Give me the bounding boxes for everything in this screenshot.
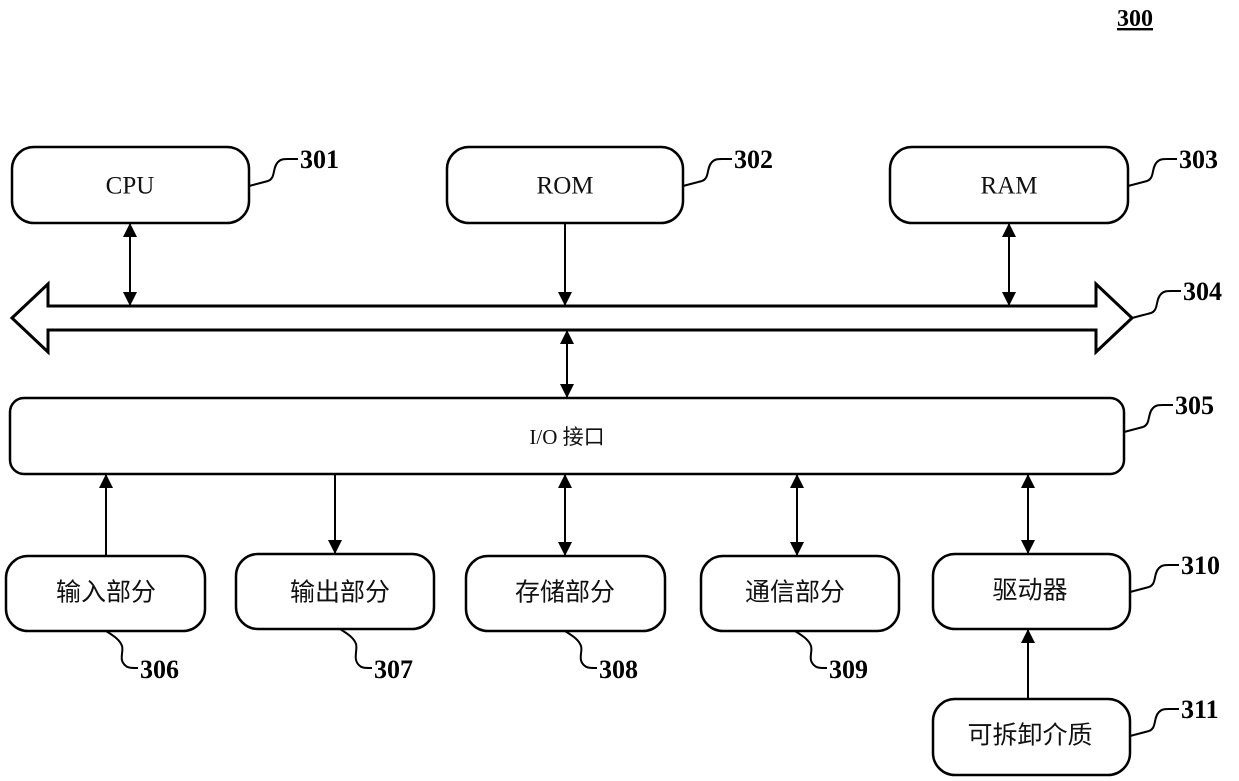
driver-block: 驱动器 xyxy=(931,552,1132,631)
leader-308 xyxy=(564,630,598,669)
system-bus xyxy=(9,280,1135,356)
system-bus-arrow xyxy=(9,280,1135,356)
ref-307: 307 xyxy=(374,655,413,684)
leader-304 xyxy=(1131,290,1181,319)
leader-303 xyxy=(1127,158,1177,187)
leader-301 xyxy=(248,158,298,187)
ref-310: 310 xyxy=(1181,551,1220,580)
leader-306 xyxy=(105,630,139,669)
ram-block: RAM xyxy=(888,145,1130,225)
ref-303: 303 xyxy=(1179,145,1218,174)
ref-306: 306 xyxy=(140,655,179,684)
ram-label: RAM xyxy=(981,173,1038,200)
cpu-label: CPU xyxy=(106,173,155,200)
ref-302: 302 xyxy=(734,145,773,174)
cpu-block: CPU xyxy=(10,145,251,225)
leader-307 xyxy=(339,628,373,669)
computer-system-block-diagram: 300 CPU ROM RAM I/O 接口 输入部分 输出部分 存储部分 通信… xyxy=(4,6,1222,777)
figure-number: 300 xyxy=(1117,6,1153,32)
leader-310 xyxy=(1129,564,1179,593)
ref-304: 304 xyxy=(1183,277,1222,306)
ref-311: 311 xyxy=(1181,695,1219,724)
input-part-block: 输入部分 xyxy=(4,554,207,633)
ref-301: 301 xyxy=(300,145,339,174)
ref-309: 309 xyxy=(829,655,868,684)
leader-311 xyxy=(1129,708,1179,737)
ref-308: 308 xyxy=(599,655,638,684)
io-interface-block: I/O 接口 xyxy=(8,396,1126,476)
leader-305 xyxy=(1123,404,1173,433)
driver-label: 驱动器 xyxy=(992,578,1067,605)
leader-302 xyxy=(682,158,732,187)
output-part-label: 输出部分 xyxy=(290,579,390,607)
rom-block: ROM xyxy=(445,145,685,225)
io-interface-label: I/O 接口 xyxy=(529,425,604,449)
removable-media-label: 可拆卸介质 xyxy=(967,722,1092,750)
communication-part-block: 通信部分 xyxy=(699,554,901,633)
communication-part-label: 通信部分 xyxy=(745,579,845,607)
ref-305: 305 xyxy=(1175,391,1214,420)
input-part-label: 输入部分 xyxy=(56,579,156,607)
storage-part-block: 存储部分 xyxy=(464,554,667,633)
rom-label: ROM xyxy=(537,173,594,200)
storage-part-label: 存储部分 xyxy=(515,579,615,607)
output-part-block: 输出部分 xyxy=(234,552,436,631)
removable-media-block: 可拆卸介质 xyxy=(931,697,1132,777)
leader-309 xyxy=(794,630,828,669)
